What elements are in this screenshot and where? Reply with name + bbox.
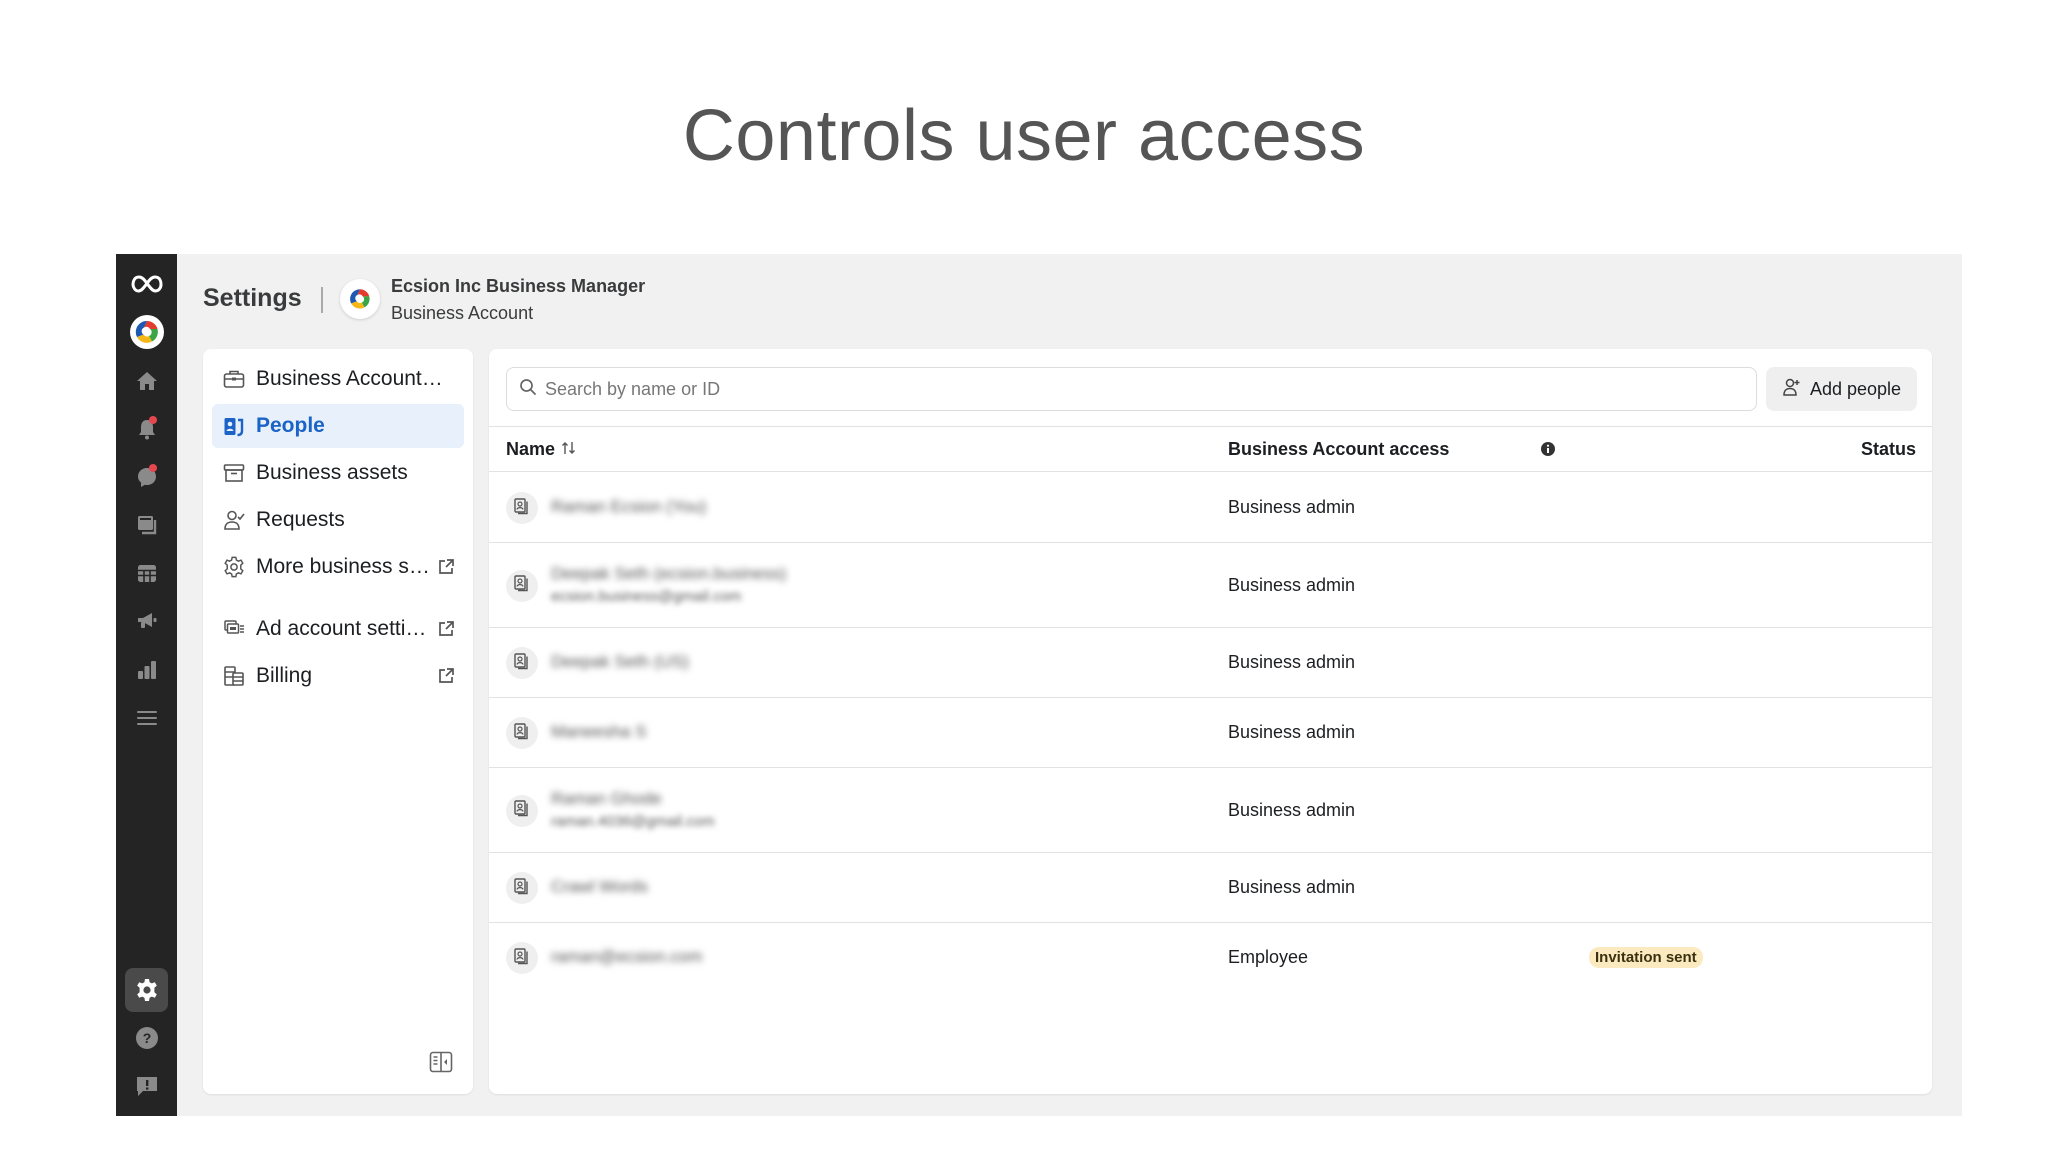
nav-item-ad-account-settings[interactable]: Ad account setti…: [212, 607, 464, 651]
person-name: Deepak Seth (US): [551, 652, 689, 671]
archive-box-icon: [222, 461, 246, 485]
help-icon[interactable]: ?: [125, 1018, 168, 1058]
settings-gear-icon[interactable]: [125, 968, 168, 1012]
add-person-icon: [1782, 377, 1802, 402]
person-card-icon: [513, 877, 531, 900]
message-badge: [149, 464, 157, 472]
search-box[interactable]: [506, 367, 1757, 411]
business-logo-icon: [350, 289, 370, 309]
billing-stack-icon: [222, 664, 246, 688]
briefcase-icon: [222, 367, 246, 391]
column-header-name[interactable]: Name: [506, 439, 577, 460]
notification-badge: [149, 416, 157, 424]
person-card-icon: [513, 947, 531, 970]
business-avatar[interactable]: [340, 279, 380, 319]
search-input[interactable]: [545, 378, 1725, 400]
external-link-icon: [437, 667, 455, 690]
person-card-icon: [513, 722, 531, 745]
people-panel: Add people Name Business Account access …: [489, 349, 1932, 1094]
table-row[interactable]: Deepak Seth (ecsion.business) ecsion.busi…: [489, 543, 1932, 628]
notifications-icon[interactable]: [125, 409, 168, 449]
sort-icon: [561, 439, 577, 460]
person-name: Raman Ghode: [551, 788, 662, 808]
status-badge: Invitation sent: [1589, 947, 1703, 968]
person-name: Crawl Words: [551, 877, 648, 896]
person-avatar: [506, 717, 538, 749]
menu-icon[interactable]: [125, 698, 168, 738]
access-level: Business admin: [1228, 799, 1356, 820]
access-level: Employee: [1228, 947, 1309, 967]
svg-text:?: ?: [142, 1030, 151, 1046]
person-avatar: [506, 647, 538, 679]
business-name[interactable]: Ecsion Inc Business Manager: [391, 276, 645, 297]
nav-item-billing[interactable]: Billing: [212, 654, 464, 698]
table-icon[interactable]: [125, 553, 168, 593]
home-icon[interactable]: [125, 361, 168, 401]
external-link-icon: [437, 620, 455, 643]
messages-icon[interactable]: [125, 457, 168, 497]
nav-item-requests[interactable]: Requests: [212, 498, 464, 542]
ad-account-icon: [222, 617, 246, 641]
access-level: Business admin: [1228, 497, 1356, 517]
nav-item-people[interactable]: People: [212, 404, 464, 448]
pages-icon[interactable]: [125, 505, 168, 545]
header-divider: [321, 287, 323, 313]
settings-nav-panel: Business Account… People Business assets…: [203, 349, 473, 1094]
page-title: Settings: [203, 284, 302, 312]
access-level: Business admin: [1228, 877, 1356, 897]
info-icon[interactable]: [1540, 441, 1556, 462]
meta-logo-icon[interactable]: [125, 264, 168, 304]
table-row[interactable]: raman@ecsion.com Employee Invitation sent: [489, 923, 1932, 993]
insights-icon[interactable]: [125, 650, 168, 690]
person-avatar: [506, 569, 538, 602]
table-row[interactable]: Raman Ecsion (You) Business admin: [489, 473, 1932, 543]
column-header-access: Business Account access: [1228, 439, 1450, 459]
report-problem-icon[interactable]: [125, 1066, 168, 1106]
nav-item-business-account[interactable]: Business Account…: [212, 357, 464, 401]
person-card-icon: [513, 799, 531, 822]
person-name: raman@ecsion.com: [551, 947, 703, 966]
person-avatar: [506, 942, 538, 974]
nav-item-more-business-settings[interactable]: More business s…: [212, 545, 464, 589]
person-avatar: [506, 794, 538, 827]
slide-title: Controls user access: [682, 96, 1366, 176]
person-email: raman.4036@gmail.com: [551, 812, 715, 830]
access-level: Business admin: [1228, 652, 1356, 672]
person-card-icon: [513, 574, 531, 597]
person-check-icon: [222, 508, 246, 532]
column-header-status: Status: [1860, 439, 1916, 459]
person-name: Raman Ecsion (You): [551, 497, 707, 516]
add-people-label: Add people: [1809, 378, 1902, 399]
global-nav-rail: ?: [116, 254, 177, 1116]
search-icon: [519, 378, 537, 401]
people-badge-icon: [222, 414, 246, 438]
business-logo-icon[interactable]: [125, 312, 168, 352]
person-name: Deepak Seth (ecsion.business): [551, 563, 787, 583]
add-people-button[interactable]: Add people: [1766, 367, 1917, 411]
business-settings-window: ? Settings Ecsion Inc Business Manager B…: [116, 254, 1962, 1116]
table-row[interactable]: Crawl Words Business admin: [489, 853, 1932, 923]
table-row[interactable]: Raman Ghode raman.4036@gmail.com Business …: [489, 768, 1932, 853]
gear-icon: [222, 555, 246, 579]
person-card-icon: [513, 497, 531, 520]
table-row[interactable]: Maneesha S Business admin: [489, 698, 1932, 768]
external-link-icon: [437, 558, 455, 581]
ads-megaphone-icon[interactable]: [125, 601, 168, 641]
collapse-sidebar-icon[interactable]: [429, 1051, 453, 1078]
person-card-icon: [513, 652, 531, 675]
person-avatar: [506, 492, 538, 524]
person-email: ecsion.business@gmail.com: [551, 587, 742, 605]
business-type: Business Account: [391, 303, 534, 323]
nav-item-business-assets[interactable]: Business assets: [212, 451, 464, 495]
person-name: Maneesha S: [551, 722, 647, 741]
access-level: Business admin: [1228, 722, 1356, 742]
table-header: Name Business Account access Status: [489, 426, 1932, 472]
table-row[interactable]: Deepak Seth (US) Business admin: [489, 628, 1932, 698]
access-level: Business admin: [1228, 574, 1356, 595]
person-avatar: [506, 872, 538, 904]
